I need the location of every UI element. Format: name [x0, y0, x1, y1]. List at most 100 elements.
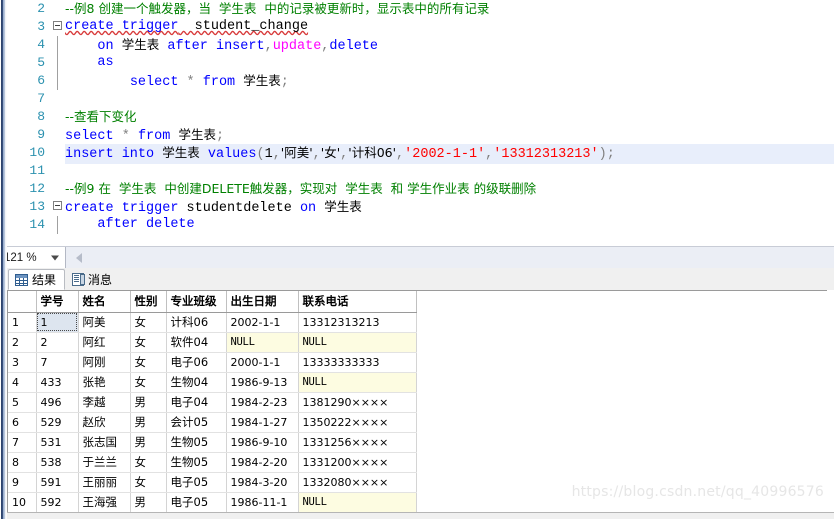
table-cell[interactable]: 2000-1-1 [226, 352, 299, 373]
table-cell[interactable]: 王丽丽 [78, 472, 131, 493]
table-cell[interactable]: 591 [36, 472, 79, 493]
code-line[interactable]: 3 create trigger student_change [7, 18, 834, 36]
table-cell[interactable]: 生物04 [166, 372, 227, 393]
row-number-header[interactable] [8, 291, 37, 313]
row-number-cell[interactable]: 3 [8, 352, 37, 373]
fold-toggle-icon[interactable] [51, 18, 65, 36]
table-cell[interactable]: 电子04 [166, 392, 227, 413]
table-cell[interactable]: 1984-2-20 [226, 452, 299, 473]
results-tab-results[interactable]: 结果 [8, 269, 66, 290]
table-cell[interactable]: 女 [130, 332, 167, 353]
table-cell[interactable]: 13333333333 [298, 352, 417, 373]
table-cell[interactable]: 1984-1-27 [226, 412, 299, 433]
table-cell[interactable]: 13312313213 [298, 312, 417, 333]
column-header[interactable]: 性别 [130, 291, 167, 313]
table-row[interactable]: 8 538 于兰兰女生物05 1984-2-20 1331200×××× [8, 452, 417, 473]
table-cell[interactable]: NULL [298, 492, 417, 513]
code-line[interactable]: 11 [7, 162, 834, 180]
table-cell[interactable]: 于兰兰 [78, 452, 131, 473]
table-cell[interactable]: 阿红 [78, 332, 131, 353]
table-cell[interactable]: 1331200×××× [298, 452, 417, 473]
table-cell[interactable]: 张志国 [78, 432, 131, 453]
code-line[interactable]: 6 select * from 学生表; [7, 72, 834, 90]
table-row[interactable]: 10 592 王海强男电子05 1986-11-1 NULL [8, 492, 417, 513]
row-number-cell[interactable]: 4 [8, 372, 37, 393]
table-cell[interactable]: 1331256×××× [298, 432, 417, 453]
table-row[interactable]: 1 1 阿美女计科06 2002-1-1 13312313213 [8, 312, 417, 333]
table-cell[interactable]: 电子05 [166, 472, 227, 493]
table-cell[interactable]: 男 [130, 392, 167, 413]
table-cell[interactable]: 男 [130, 432, 167, 453]
code-line[interactable]: 12 --例9 在 学生表 中创建DELETE触发器，实现对 学生表 和 学生作业… [7, 180, 834, 198]
table-cell[interactable]: 生物05 [166, 452, 227, 473]
table-row[interactable]: 5 496 李越男电子04 1984-2-23 1381290×××× [8, 392, 417, 413]
table-cell[interactable]: 433 [36, 372, 79, 393]
results-tab-messages[interactable]: 消息 [65, 269, 122, 290]
table-row[interactable]: 2 2 阿红女软件04 NULL NULL [8, 332, 417, 353]
table-cell[interactable]: 男 [130, 412, 167, 433]
table-cell[interactable]: 会计05 [166, 412, 227, 433]
column-header[interactable]: 联系电话 [298, 291, 417, 313]
fold-toggle-icon[interactable] [51, 198, 65, 216]
horizontal-scroll-left-button[interactable] [70, 247, 87, 269]
table-cell[interactable]: NULL [298, 332, 417, 353]
table-cell[interactable]: 1986-9-13 [226, 372, 299, 393]
row-number-cell[interactable]: 9 [8, 472, 37, 493]
table-cell[interactable]: 496 [36, 392, 79, 413]
table-cell[interactable]: 女 [130, 372, 167, 393]
table-cell[interactable]: 1986-11-1 [226, 492, 299, 513]
table-cell[interactable]: NULL [298, 372, 417, 393]
table-cell[interactable]: 女 [130, 312, 167, 333]
column-header[interactable]: 学号 [36, 291, 79, 313]
table-cell[interactable]: 男 [130, 492, 167, 513]
code-line[interactable]: 9 select * from 学生表; [7, 126, 834, 144]
row-number-cell[interactable]: 1 [8, 312, 37, 333]
column-header[interactable]: 出生日期 [226, 291, 299, 313]
row-number-cell[interactable]: 7 [8, 432, 37, 453]
table-row[interactable]: 7 531 张志国男生物05 1986-9-10 1331256×××× [8, 432, 417, 453]
table-cell[interactable]: 李越 [78, 392, 131, 413]
horizontal-scrollbar-track[interactable] [87, 247, 834, 269]
code-line[interactable]: 13 create trigger studentdelete on 学生表 [7, 198, 834, 216]
table-cell[interactable]: 张艳 [78, 372, 131, 393]
table-cell[interactable]: 529 [36, 412, 79, 433]
sql-code-editor[interactable]: 2 --例8 创建一个触发器，当 学生表 中的记录被更新时，显示表中的所有记录 3 c… [7, 0, 834, 247]
row-number-cell[interactable]: 6 [8, 412, 37, 433]
row-number-cell[interactable]: 8 [8, 452, 37, 473]
table-cell[interactable]: 7 [36, 352, 79, 373]
table-cell[interactable]: 1 [36, 312, 79, 333]
chevron-down-icon[interactable] [51, 255, 59, 260]
code-line[interactable]: 8 --查看下变化 [7, 108, 834, 126]
table-cell[interactable]: 1332080×××× [298, 472, 417, 493]
row-number-cell[interactable]: 2 [8, 332, 37, 353]
table-cell[interactable]: 阿刚 [78, 352, 131, 373]
table-cell[interactable]: 计科06 [166, 312, 227, 333]
table-cell[interactable]: 电子05 [166, 492, 227, 513]
table-cell[interactable]: 阿美 [78, 312, 131, 333]
row-number-cell[interactable]: 5 [8, 392, 37, 413]
code-line[interactable]: 2 --例8 创建一个触发器，当 学生表 中的记录被更新时，显示表中的所有记录 [7, 0, 834, 18]
table-cell[interactable]: 女 [130, 472, 167, 493]
row-number-cell[interactable]: 10 [8, 492, 37, 513]
table-cell[interactable]: 生物05 [166, 432, 227, 453]
results-grid[interactable]: 学号 姓名 性别 专业班级 出生日期 联系电话 1 1 阿美女计科06 2002-1-1 1331… [7, 290, 827, 513]
table-row[interactable]: 9 591 王丽丽女电子05 1984-3-20 1332080×××× [8, 472, 417, 493]
table-cell[interactable]: NULL [226, 332, 299, 353]
table-cell[interactable]: 1986-9-10 [226, 432, 299, 453]
table-cell[interactable]: 1984-3-20 [226, 472, 299, 493]
zoom-level-combobox[interactable]: 121 % [0, 247, 66, 269]
table-cell[interactable]: 赵欣 [78, 412, 131, 433]
code-line[interactable]: 14 after delete [7, 216, 834, 234]
table-cell[interactable]: 2002-1-1 [226, 312, 299, 333]
code-line[interactable]: 4 on 学生表 after insert,update,delete [7, 36, 834, 54]
column-header[interactable]: 姓名 [78, 291, 131, 313]
table-cell[interactable]: 592 [36, 492, 79, 513]
table-cell[interactable]: 1350222×××× [298, 412, 417, 433]
table-cell[interactable]: 1984-2-23 [226, 392, 299, 413]
table-row[interactable]: 6 529 赵欣男会计05 1984-1-27 1350222×××× [8, 412, 417, 433]
table-row[interactable]: 4 433 张艳女生物04 1986-9-13 NULL [8, 372, 417, 393]
column-header[interactable]: 专业班级 [166, 291, 227, 313]
table-cell[interactable]: 538 [36, 452, 79, 473]
table-cell[interactable]: 电子06 [166, 352, 227, 373]
table-row[interactable]: 3 7 阿刚女电子06 2000-1-1 13333333333 [8, 352, 417, 373]
